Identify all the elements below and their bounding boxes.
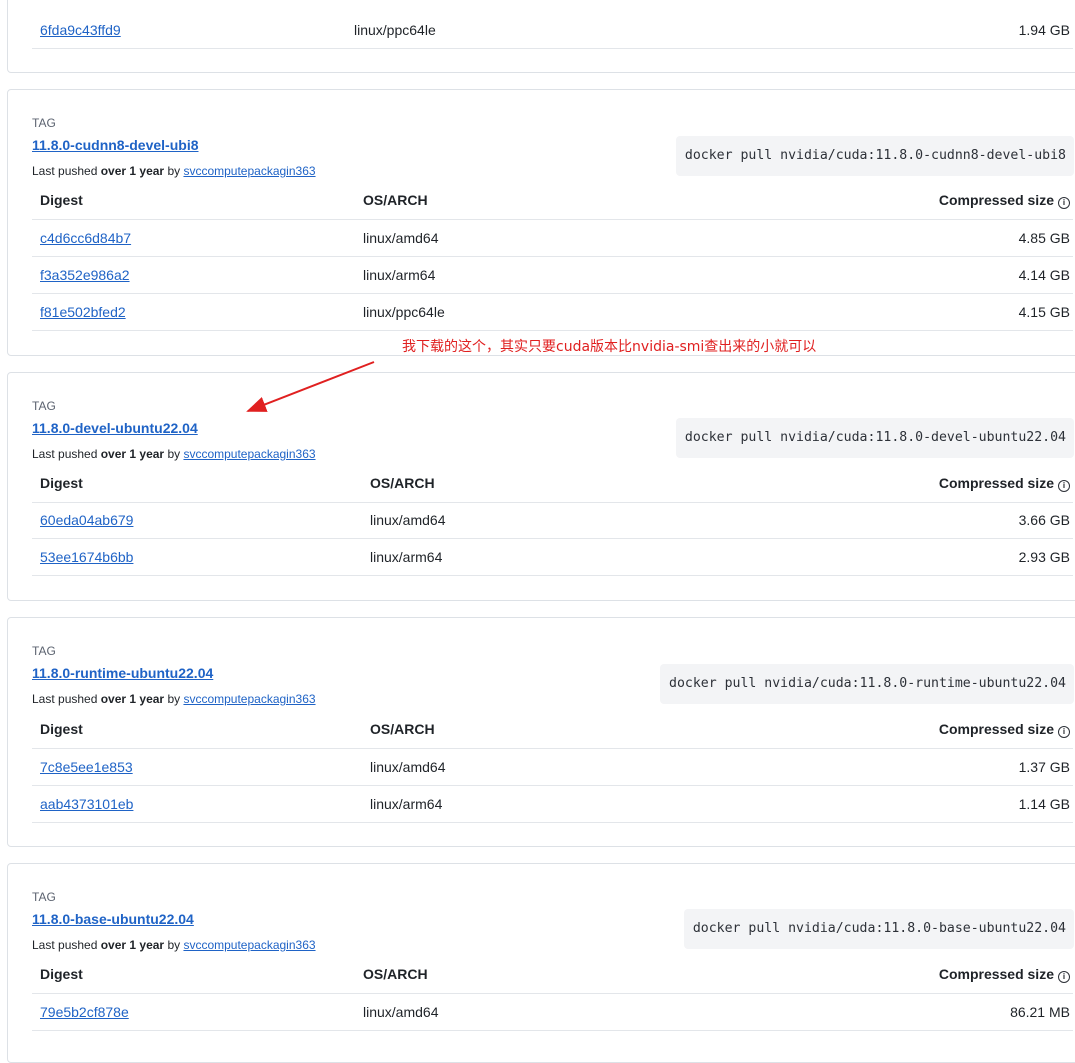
tag-label: TAG xyxy=(32,890,56,904)
col-os-arch: OS/ARCH xyxy=(370,475,435,491)
os-arch-cell: linux/amd64 xyxy=(363,1004,439,1020)
table-header: Digest OS/ARCH Compressed size i xyxy=(32,465,1073,503)
os-arch-cell: linux/ppc64le xyxy=(363,304,445,320)
col-os-arch: OS/ARCH xyxy=(363,966,428,982)
col-digest: Digest xyxy=(40,721,83,737)
size-cell: 4.15 GB xyxy=(1018,304,1070,320)
size-cell: 4.85 GB xyxy=(1018,230,1070,246)
pushed-by: by xyxy=(164,938,184,952)
col-compressed-size: Compressed size i xyxy=(939,475,1070,492)
table-row: 79e5b2cf878e linux/amd64 86.21 MB xyxy=(32,993,1073,1031)
digest-link[interactable]: c4d6cc6d84b7 xyxy=(40,230,131,246)
pushed-when: over 1 year xyxy=(100,692,165,706)
col-compressed-size: Compressed size i xyxy=(939,721,1070,738)
last-pushed-info: Last pushed over 1 year by svccomputepac… xyxy=(32,692,316,706)
digest-link[interactable]: 60eda04ab679 xyxy=(40,512,133,528)
last-pushed-info: Last pushed over 1 year by svccomputepac… xyxy=(32,447,316,461)
table-header: Digest OS/ARCH Compressed size i xyxy=(32,182,1073,220)
table-row: f3a352e986a2 linux/arm64 4.14 GB xyxy=(32,256,1073,294)
tag-label: TAG xyxy=(32,116,56,130)
info-icon[interactable]: i xyxy=(1058,726,1070,738)
table-row: 53ee1674b6bb linux/arm64 2.93 GB xyxy=(32,538,1073,576)
os-arch-cell: linux/amd64 xyxy=(363,230,439,246)
annotation-text: 我下载的这个，其实只要cuda版本比nvidia-smi查出来的小就可以 xyxy=(402,339,817,355)
tag-name-link[interactable]: 11.8.0-cudnn8-devel-ubi8 xyxy=(32,137,199,153)
table-header: Digest OS/ARCH Compressed size i xyxy=(32,956,1073,994)
os-arch-cell: linux/arm64 xyxy=(363,267,436,283)
pushed-prefix: Last pushed xyxy=(32,938,101,952)
tag-card-partial: 6fda9c43ffd9 linux/ppc64le 1.94 GB xyxy=(7,0,1075,73)
os-arch-cell: linux/arm64 xyxy=(370,796,443,812)
digest-link[interactable]: 53ee1674b6bb xyxy=(40,549,133,565)
col-compressed-size: Compressed size i xyxy=(939,966,1070,983)
table-row: 7c8e5ee1e853 linux/amd64 1.37 GB xyxy=(32,748,1073,786)
size-cell: 1.94 GB xyxy=(1018,22,1070,38)
col-os-arch: OS/ARCH xyxy=(363,192,428,208)
tag-card: TAG 11.8.0-devel-ubuntu22.04 Last pushed… xyxy=(7,372,1075,601)
user-link[interactable]: svccomputepackagin363 xyxy=(183,692,315,706)
info-icon[interactable]: i xyxy=(1058,197,1070,209)
tag-label: TAG xyxy=(32,644,56,658)
tag-name-link[interactable]: 11.8.0-base-ubuntu22.04 xyxy=(32,911,194,927)
digest-link[interactable]: f3a352e986a2 xyxy=(40,267,130,283)
table-row: 6fda9c43ffd9 linux/ppc64le 1.94 GB xyxy=(32,11,1073,49)
digest-link[interactable]: f81e502bfed2 xyxy=(40,304,126,320)
size-cell: 3.66 GB xyxy=(1018,512,1070,528)
size-cell: 2.93 GB xyxy=(1018,549,1070,565)
tag-label: TAG xyxy=(32,399,56,413)
os-arch-cell: linux/arm64 xyxy=(370,549,443,565)
tag-card: TAG 11.8.0-cudnn8-devel-ubi8 Last pushed… xyxy=(7,89,1075,356)
table-row: f81e502bfed2 linux/ppc64le 4.15 GB xyxy=(32,293,1073,331)
size-cell: 4.14 GB xyxy=(1018,267,1070,283)
tag-card: TAG 11.8.0-base-ubuntu22.04 Last pushed … xyxy=(7,863,1075,1063)
info-icon[interactable]: i xyxy=(1058,971,1070,983)
last-pushed-info: Last pushed over 1 year by svccomputepac… xyxy=(32,164,316,178)
last-pushed-info: Last pushed over 1 year by svccomputepac… xyxy=(32,938,316,952)
size-cell: 1.14 GB xyxy=(1018,796,1070,812)
tag-card: TAG 11.8.0-runtime-ubuntu22.04 Last push… xyxy=(7,617,1075,847)
user-link[interactable]: svccomputepackagin363 xyxy=(183,164,315,178)
digest-link[interactable]: aab4373101eb xyxy=(40,796,133,812)
pushed-when: over 1 year xyxy=(100,447,165,461)
col-size-label: Compressed size xyxy=(938,721,1054,737)
tag-name-link[interactable]: 11.8.0-runtime-ubuntu22.04 xyxy=(32,665,213,681)
digest-link[interactable]: 7c8e5ee1e853 xyxy=(40,759,133,775)
col-digest: Digest xyxy=(40,966,83,982)
os-arch-cell: linux/amd64 xyxy=(370,759,446,775)
pushed-by: by xyxy=(164,692,184,706)
col-digest: Digest xyxy=(40,475,83,491)
size-cell: 1.37 GB xyxy=(1018,759,1070,775)
os-arch-cell: linux/amd64 xyxy=(370,512,446,528)
digest-link[interactable]: 79e5b2cf878e xyxy=(40,1004,129,1020)
pushed-by: by xyxy=(164,164,184,178)
os-arch-cell: linux/ppc64le xyxy=(354,22,436,38)
col-size-label: Compressed size xyxy=(938,966,1054,982)
col-size-label: Compressed size xyxy=(938,475,1054,491)
col-compressed-size: Compressed size i xyxy=(939,192,1070,209)
pushed-prefix: Last pushed xyxy=(32,447,101,461)
docker-pull-command[interactable]: docker pull nvidia/cuda:11.8.0-devel-ubu… xyxy=(675,418,1074,458)
table-row: c4d6cc6d84b7 linux/amd64 4.85 GB xyxy=(32,219,1073,257)
size-cell: 86.21 MB xyxy=(1010,1004,1070,1020)
docker-pull-command[interactable]: docker pull nvidia/cuda:11.8.0-runtime-u… xyxy=(660,664,1074,704)
tag-name-link[interactable]: 11.8.0-devel-ubuntu22.04 xyxy=(32,420,198,436)
pushed-when: over 1 year xyxy=(100,164,165,178)
pushed-prefix: Last pushed xyxy=(32,692,101,706)
info-icon[interactable]: i xyxy=(1058,480,1070,492)
table-row: 60eda04ab679 linux/amd64 3.66 GB xyxy=(32,501,1073,539)
digest-link[interactable]: 6fda9c43ffd9 xyxy=(40,22,121,38)
col-size-label: Compressed size xyxy=(938,192,1054,208)
user-link[interactable]: svccomputepackagin363 xyxy=(183,447,315,461)
col-digest: Digest xyxy=(40,192,83,208)
pushed-when: over 1 year xyxy=(100,938,165,952)
table-row: aab4373101eb linux/arm64 1.14 GB xyxy=(32,785,1073,823)
user-link[interactable]: svccomputepackagin363 xyxy=(183,938,315,952)
col-os-arch: OS/ARCH xyxy=(370,721,435,737)
table-header: Digest OS/ARCH Compressed size i xyxy=(32,711,1073,749)
pushed-by: by xyxy=(164,447,184,461)
pushed-prefix: Last pushed xyxy=(32,164,101,178)
docker-pull-command[interactable]: docker pull nvidia/cuda:11.8.0-base-ubun… xyxy=(683,909,1074,949)
docker-pull-command[interactable]: docker pull nvidia/cuda:11.8.0-cudnn8-de… xyxy=(675,136,1074,176)
